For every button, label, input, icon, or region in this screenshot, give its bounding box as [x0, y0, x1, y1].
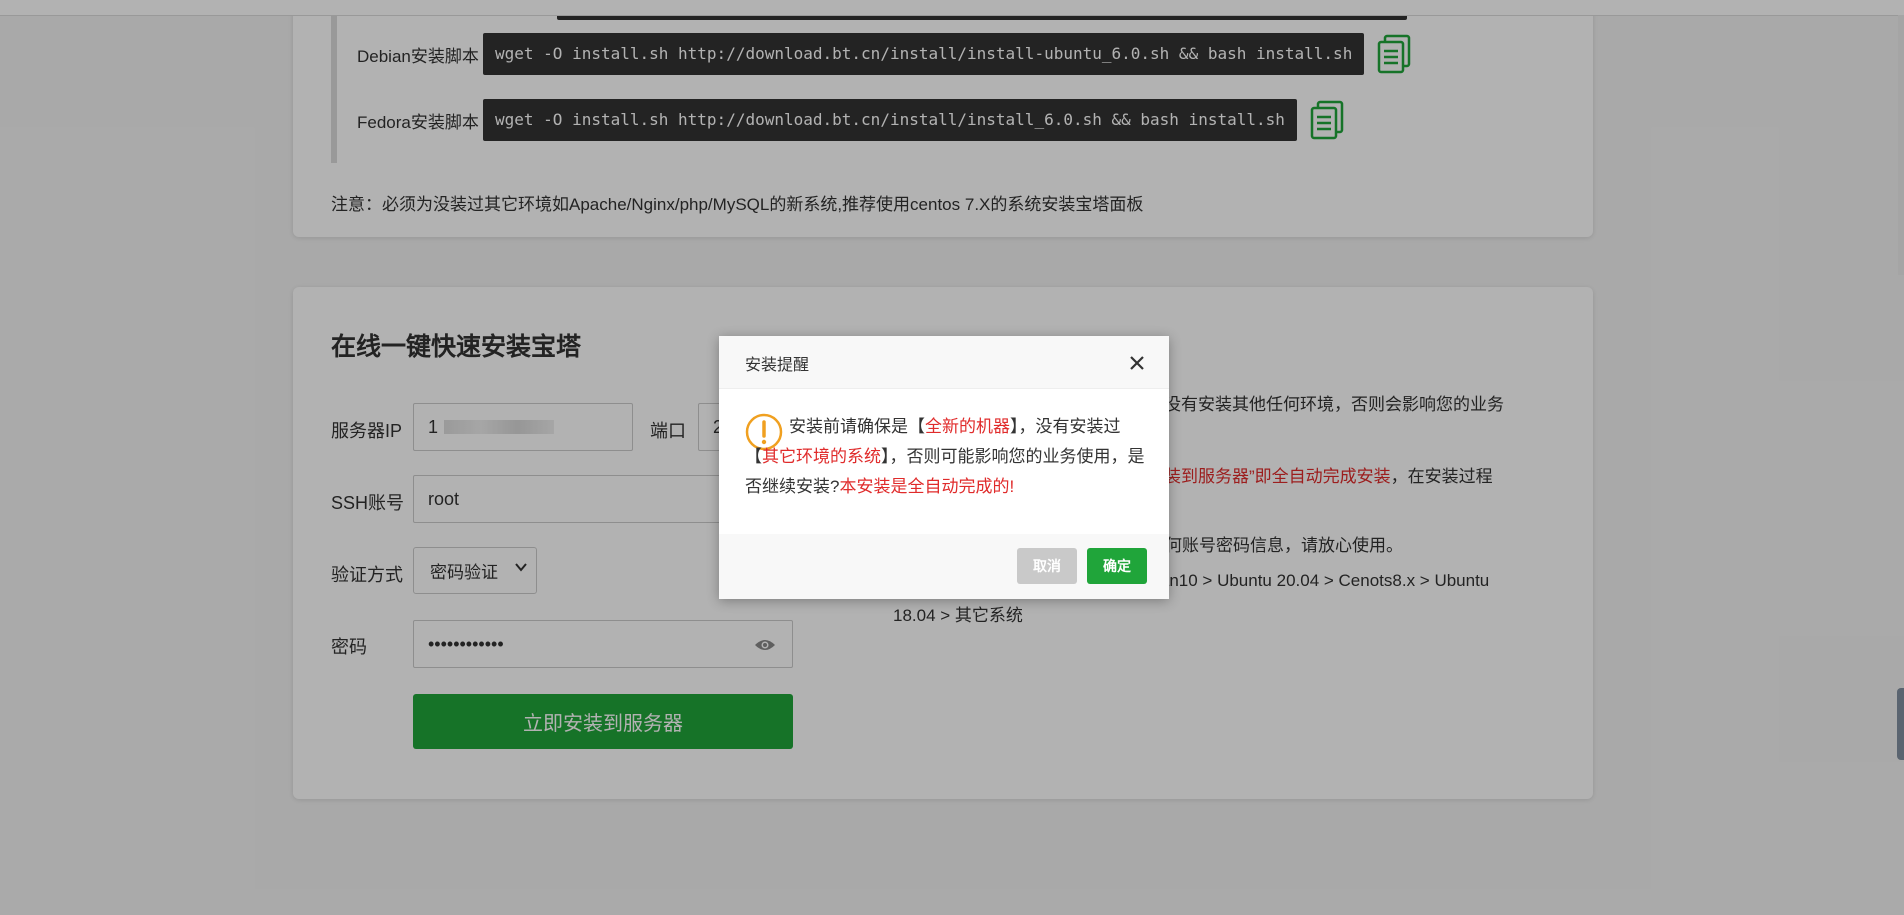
msg-red-text: 本安装是全自动完成的!	[839, 477, 1015, 496]
cancel-button[interactable]: 取消	[1017, 548, 1077, 584]
side-widget-handle[interactable]	[1897, 688, 1904, 760]
dialog-footer: 取消 确定	[719, 534, 1169, 599]
msg-red-text: 全新的机器	[925, 417, 1010, 436]
msg-text: 安装前请确保是【	[789, 417, 925, 436]
confirm-button[interactable]: 确定	[1087, 548, 1147, 584]
dialog-title: 安装提醒	[745, 357, 810, 374]
install-reminder-dialog: 安装提醒 安装前请确保是【全新的机器】，没有安装过【其它环境的系统】，否则可能影…	[719, 336, 1169, 599]
msg-red-text: 其它环境的系统	[762, 447, 881, 466]
close-icon[interactable]	[1127, 353, 1147, 373]
dialog-message: 安装前请确保是【全新的机器】，没有安装过【其它环境的系统】，否则可能影响您的业务…	[745, 412, 1145, 502]
dialog-header: 安装提醒	[719, 336, 1169, 389]
